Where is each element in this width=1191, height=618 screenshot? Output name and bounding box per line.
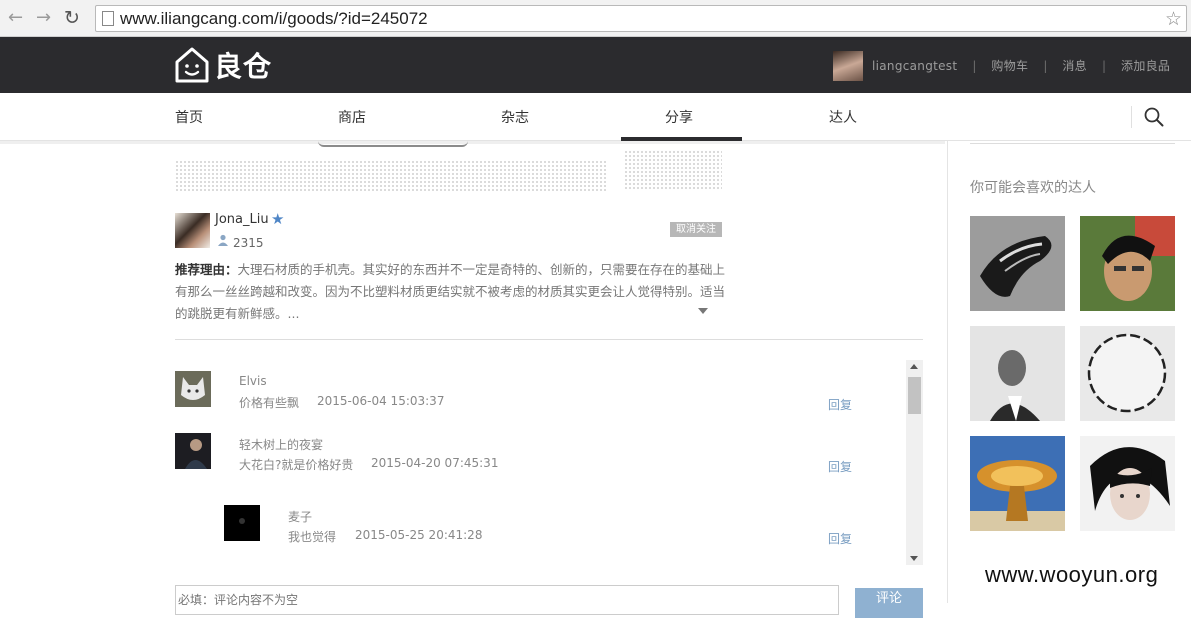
comment-author[interactable]: Elvis	[239, 374, 267, 388]
sidebar-title: 你可能会喜欢的达人	[970, 180, 1096, 196]
watermark: www.wooyun.org	[985, 562, 1159, 587]
nav-item-talent[interactable]: 达人	[829, 107, 857, 127]
add-goods-link[interactable]: 添加良品	[1121, 57, 1170, 74]
address-bar[interactable]: www.iliangcang.com/i/goods/?id=245072 ☆	[95, 5, 1187, 32]
comment-avatar[interactable]	[224, 505, 260, 541]
sidebar-divider	[947, 141, 948, 603]
scroll-thumb[interactable]	[908, 377, 921, 414]
main-nav: 首页 商店 杂志 分享 达人	[0, 93, 1191, 141]
comment-time: 2015-05-25 20:41:28	[355, 528, 483, 542]
messages-link[interactable]: 消息	[1062, 57, 1087, 74]
divider: |	[972, 58, 977, 73]
author-name[interactable]: Jona_Liu	[215, 212, 269, 227]
comment-scrollbar[interactable]	[906, 360, 923, 565]
search-icon[interactable]	[1144, 107, 1164, 127]
site-logo[interactable]: 良仓	[174, 45, 272, 85]
comment-text: 价格有些飘	[239, 396, 300, 410]
comment-time: 2015-06-04 15:03:37	[317, 394, 445, 408]
talent-avatar[interactable]	[970, 436, 1065, 531]
page-icon	[102, 11, 114, 26]
product-image[interactable]	[318, 141, 468, 147]
talent-avatar[interactable]	[970, 326, 1065, 421]
product-thumbnail[interactable]	[624, 150, 722, 191]
divider: |	[1101, 58, 1107, 73]
comment-text: 我也觉得	[288, 530, 337, 544]
divider	[1131, 106, 1132, 128]
nav-shadow	[0, 141, 945, 144]
product-thumbnail-strip	[175, 160, 607, 191]
talent-avatar[interactable]	[970, 216, 1065, 311]
reply-link[interactable]: 回复	[828, 458, 852, 475]
reason-label: 推荐理由：	[175, 262, 238, 277]
divider: |	[1043, 58, 1048, 73]
username-link[interactable]: liangcangtest	[872, 59, 957, 73]
avatar[interactable]	[833, 51, 863, 81]
header-links: liangcangtest | 购物车 | 消息 | 添加良品	[872, 57, 1170, 74]
talent-avatar[interactable]	[1080, 216, 1175, 311]
submit-comment-button[interactable]: 评论	[855, 588, 923, 618]
divider	[970, 143, 1175, 144]
comment-text: 大花白?就是价格好贵	[239, 458, 354, 472]
logo-text: 良仓	[214, 50, 273, 83]
unfollow-button[interactable]: 取消关注	[670, 222, 722, 237]
comment-list: Elvis 价格有些飘 2015-06-04 15:03:37 回复 轻木树上的…	[175, 360, 905, 565]
divider	[175, 339, 923, 340]
author-avatar[interactable]	[175, 213, 210, 248]
expand-arrow-icon[interactable]	[698, 308, 708, 314]
browser-toolbar: ← → ↻ www.iliangcang.com/i/goods/?id=245…	[0, 0, 1191, 37]
comment-input[interactable]	[175, 585, 839, 615]
comment-author[interactable]: 轻木树上的夜宴	[239, 436, 323, 453]
reload-icon[interactable]: ↻	[64, 7, 80, 29]
comment-avatar[interactable]	[175, 371, 211, 407]
url-text[interactable]: www.iliangcang.com/i/goods/?id=245072	[120, 9, 428, 29]
nav-item-shop[interactable]: 商店	[338, 107, 366, 127]
back-arrow-icon[interactable]: ←	[8, 7, 23, 29]
reply-link[interactable]: 回复	[828, 530, 852, 547]
follower-count: 2315	[233, 236, 264, 250]
reason-text: 大理石材质的手机壳。其实好的东西并不一定是奇特的、创新的，只需要在存在的基础上有…	[175, 262, 726, 321]
forward-arrow-icon[interactable]: →	[36, 7, 51, 29]
nav-item-home[interactable]: 首页	[175, 107, 203, 127]
scroll-down-arrow-icon[interactable]	[910, 556, 918, 561]
nav-item-share[interactable]: 分享	[665, 107, 693, 127]
scroll-up-arrow-icon[interactable]	[910, 364, 918, 369]
star-icon[interactable]: ☆	[1165, 8, 1182, 30]
talent-avatar[interactable]	[1080, 326, 1175, 421]
site-header: 良仓 liangcangtest | 购物车 | 消息 | 添加良品	[0, 37, 1191, 93]
recommend-reason: 推荐理由：大理石材质的手机壳。其实好的东西并不一定是奇特的、创新的，只需要在存在…	[175, 259, 727, 325]
nav-item-magazine[interactable]: 杂志	[501, 107, 529, 127]
comment-time: 2015-04-20 07:45:31	[371, 456, 499, 470]
cart-link[interactable]: 购物车	[991, 57, 1028, 74]
reply-link[interactable]: 回复	[828, 396, 852, 413]
comment-author[interactable]: 麦子	[288, 508, 312, 525]
comment-avatar[interactable]	[175, 433, 211, 469]
person-icon	[218, 234, 228, 246]
talent-avatar[interactable]	[1080, 436, 1175, 531]
house-logo-icon	[175, 47, 209, 83]
verified-star-icon: ★	[271, 210, 285, 228]
